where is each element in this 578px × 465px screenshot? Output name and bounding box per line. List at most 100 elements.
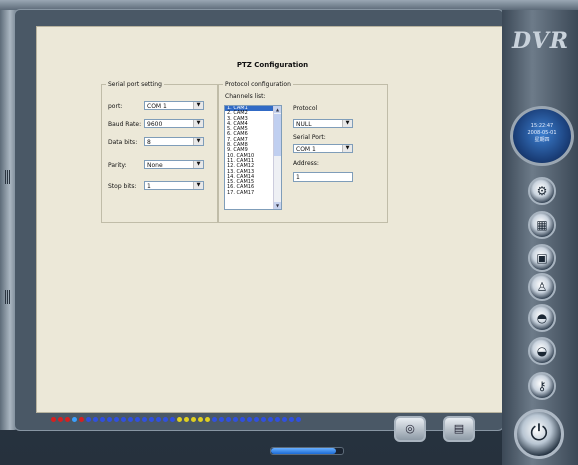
serial-port-value: COM 1: [296, 146, 316, 153]
status-dot: [100, 417, 105, 422]
status-dot: [240, 417, 245, 422]
status-dot: [282, 417, 287, 422]
chevron-down-icon[interactable]: ▼: [193, 138, 203, 145]
window-frame: PTZ Configuration Serial port setting po…: [0, 0, 578, 465]
scroll-thumb[interactable]: [274, 114, 281, 156]
status-dot: [156, 417, 161, 422]
chevron-down-icon[interactable]: ▼: [342, 120, 352, 127]
status-dot: [58, 417, 63, 422]
status-dot: [163, 417, 168, 422]
data-bits-label: Data bits:: [108, 139, 138, 146]
clock-weekday: 星期四: [534, 137, 550, 143]
person-icon[interactable]: ♙: [528, 273, 556, 301]
status-dot: [184, 417, 189, 422]
status-dot: [121, 417, 126, 422]
status-dot: [275, 417, 280, 422]
rail-grip-icon[interactable]: [5, 170, 11, 184]
calendar-icon[interactable]: ▦: [528, 211, 556, 239]
protocol-select[interactable]: NULL ▼: [293, 119, 353, 128]
channels-list[interactable]: 1. CAM1 2. CAM2 3. CAM3 4. CAM4 5. CAM5 6. CA…: [224, 105, 282, 210]
power-icon[interactable]: ⏻: [514, 409, 564, 459]
status-dot: [289, 417, 294, 422]
baud-label: Baud Rate:: [108, 121, 142, 128]
parity-value: None: [147, 162, 163, 169]
progress-fill: [271, 448, 336, 454]
status-dot: [93, 417, 98, 422]
key-icon[interactable]: ⚷: [528, 372, 556, 400]
status-dot: [212, 417, 217, 422]
status-dot: [177, 417, 182, 422]
serial-port-group: Serial port setting port: COM 1 ▼ Baud Ra…: [101, 81, 218, 223]
stop-bits-select[interactable]: 1 ▼: [144, 181, 204, 190]
status-dot: [233, 417, 238, 422]
playback-icon[interactable]: ▤: [443, 416, 475, 442]
gear-icon[interactable]: ⚙: [528, 177, 556, 205]
main-panel: PTZ Configuration Serial port setting po…: [14, 9, 509, 431]
status-dot: [254, 417, 259, 422]
parity-select[interactable]: None ▼: [144, 160, 204, 169]
camera-icon[interactable]: ◎: [394, 416, 426, 442]
address-input[interactable]: 1: [293, 172, 353, 182]
baud-select[interactable]: 9600 ▼: [144, 119, 204, 128]
stop-bits-value: 1: [147, 183, 151, 190]
status-dot: [226, 417, 231, 422]
status-dot: [72, 417, 77, 422]
channels-scrollbar[interactable]: ▲ ▼: [273, 106, 281, 209]
status-dot: [107, 417, 112, 422]
disk-icon[interactable]: ◒: [528, 337, 556, 365]
chevron-down-icon[interactable]: ▼: [342, 145, 352, 152]
port-label: port:: [108, 103, 123, 110]
protocol-group: Protocol configuration Channels list: 1.…: [218, 81, 388, 223]
serial-port-select[interactable]: COM 1 ▼: [293, 144, 353, 153]
alarm-icon[interactable]: ◓: [528, 304, 556, 332]
data-bits-value: 8: [147, 139, 151, 146]
port-select[interactable]: COM 1 ▼: [144, 101, 204, 110]
protocol-legend: Protocol configuration: [225, 81, 291, 88]
serial-port-legend: Serial port setting: [108, 81, 162, 88]
status-dot: [114, 417, 119, 422]
chevron-down-icon[interactable]: ▼: [193, 120, 203, 127]
progress-bar: [270, 447, 344, 455]
protocol-label: Protocol: [293, 105, 318, 112]
scroll-up-icon[interactable]: ▲: [274, 106, 281, 113]
status-dot: [128, 417, 133, 422]
status-dot: [198, 417, 203, 422]
status-dot: [86, 417, 91, 422]
status-dot: [191, 417, 196, 422]
status-dot: [149, 417, 154, 422]
data-bits-select[interactable]: 8 ▼: [144, 137, 204, 146]
clock-time: 15:22:47: [530, 123, 554, 129]
scroll-down-icon[interactable]: ▼: [274, 202, 281, 209]
stop-bits-label: Stop bits:: [108, 183, 137, 190]
chevron-down-icon[interactable]: ▼: [193, 182, 203, 189]
serial-port-label: Serial Port:: [293, 134, 326, 141]
chevron-down-icon[interactable]: ▼: [193, 102, 203, 109]
dvr-logo: DVR: [512, 28, 570, 54]
status-dot: [170, 417, 175, 422]
status-dot: [51, 417, 56, 422]
monitor-icon[interactable]: ▣: [528, 244, 556, 272]
status-dot: [142, 417, 147, 422]
status-dot: [247, 417, 252, 422]
status-dot: [268, 417, 273, 422]
chevron-down-icon[interactable]: ▼: [193, 161, 203, 168]
rail-grip-icon[interactable]: [5, 290, 11, 304]
content-area: PTZ Configuration Serial port setting po…: [36, 26, 509, 413]
status-dot: [296, 417, 301, 422]
status-dot: [135, 417, 140, 422]
page-title: PTZ Configuration: [236, 61, 309, 69]
clock-display: 15:22:47 2008-05-01 星期四: [510, 106, 574, 166]
port-value: COM 1: [147, 103, 167, 110]
status-dot: [261, 417, 266, 422]
status-dot: [79, 417, 84, 422]
address-label: Address:: [293, 160, 319, 167]
status-dot: [65, 417, 70, 422]
baud-value: 9600: [147, 121, 163, 128]
status-dot: [205, 417, 210, 422]
clock-date: 2008-05-01: [527, 130, 557, 136]
protocol-value: NULL: [296, 121, 312, 128]
status-dot: [219, 417, 224, 422]
parity-label: Parity:: [108, 162, 127, 169]
status-indicator-row: [51, 417, 303, 423]
channels-label: Channels list:: [225, 93, 266, 100]
